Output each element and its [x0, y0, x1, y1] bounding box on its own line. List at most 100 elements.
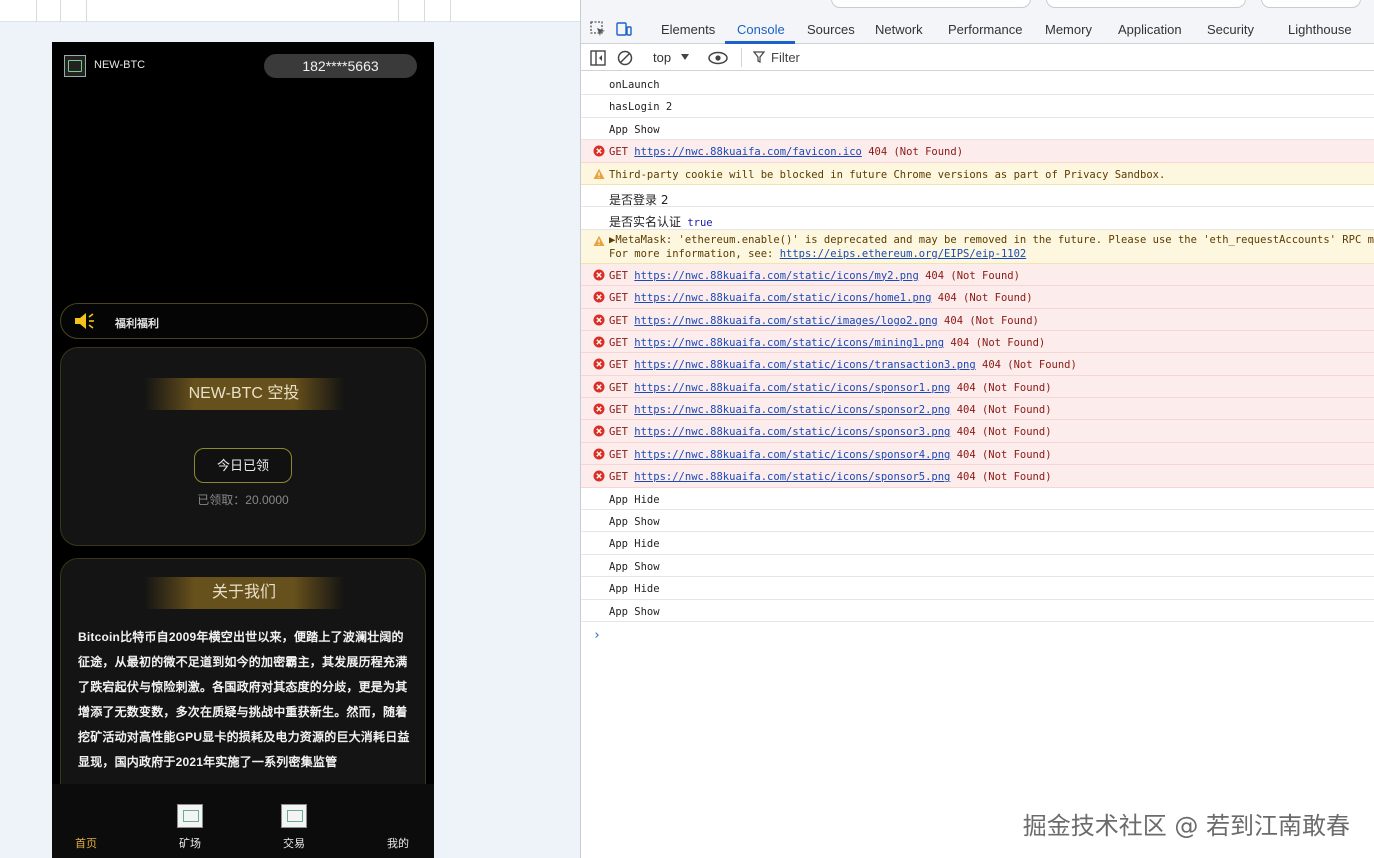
chevron-down-icon: [681, 54, 689, 60]
sidebar-toggle-icon[interactable]: [589, 49, 607, 67]
console-row: App Hide: [581, 488, 1374, 511]
console-message: GET https://nwc.88kuaifa.com/favicon.ico…: [609, 146, 963, 158]
ruler-tick: [86, 0, 87, 22]
status-text: 404 (Not Found): [918, 269, 1020, 282]
strip-button[interactable]: [1261, 0, 1361, 8]
error-icon: [593, 448, 605, 460]
resource-link[interactable]: https://nwc.88kuaifa.com/static/icons/sp…: [634, 449, 950, 461]
inspect-element-icon[interactable]: [589, 20, 607, 38]
tab-elements[interactable]: Elements: [661, 22, 715, 37]
status-text: 404 (Not Found): [944, 336, 1046, 349]
request-method: GET: [609, 336, 635, 349]
resource-link[interactable]: https://nwc.88kuaifa.com/static/icons/sp…: [634, 404, 950, 416]
strip-button[interactable]: [831, 0, 1031, 8]
nav-item-mine[interactable]: 矿场: [170, 784, 210, 858]
tab-memory[interactable]: Memory: [1045, 22, 1092, 37]
nav-item-trade[interactable]: 交易: [274, 784, 314, 858]
resource-link[interactable]: https://nwc.88kuaifa.com/static/icons/tr…: [634, 359, 975, 371]
broken-image-icon: [177, 804, 203, 828]
console-row: GET https://nwc.88kuaifa.com/static/imag…: [581, 308, 1374, 331]
resource-link[interactable]: https://eips.ethereum.org/EIPS/eip-1102: [780, 248, 1027, 260]
console-message: GET https://nwc.88kuaifa.com/static/icon…: [609, 292, 1033, 304]
nav-label: 矿场: [179, 838, 201, 850]
status-text: 404 (Not Found): [950, 404, 1052, 417]
error-icon: [593, 336, 605, 348]
app-header: NEW-BTC 182****5663: [52, 42, 434, 90]
tab-lighthouse[interactable]: Lighthouse: [1288, 22, 1352, 37]
resource-link[interactable]: https://nwc.88kuaifa.com/static/icons/my…: [634, 270, 918, 282]
message-text: App Hide: [609, 538, 660, 551]
notice-bar[interactable]: 福利福利: [60, 303, 428, 339]
message-text: hasLogin 2: [609, 101, 673, 114]
bottom-nav: 首页 矿场 交易 我的: [52, 784, 434, 858]
context-select[interactable]: top: [653, 50, 671, 65]
toolbar-divider: [741, 48, 742, 67]
console-row: Third-party cookie will be blocked in fu…: [581, 162, 1374, 185]
message-text: 是否登录 2: [609, 192, 669, 207]
message-text: For more information, see:: [609, 247, 780, 260]
console-row: GET https://nwc.88kuaifa.com/static/icon…: [581, 286, 1374, 309]
console-row: App Show: [581, 510, 1374, 533]
resource-link[interactable]: https://nwc.88kuaifa.com/static/icons/sp…: [634, 382, 950, 394]
resource-link[interactable]: https://nwc.88kuaifa.com/static/icons/sp…: [634, 471, 950, 483]
device-toolbar-icon[interactable]: [615, 20, 633, 38]
warning-icon: [593, 168, 605, 179]
console-row: App Show: [581, 555, 1374, 578]
notice-text: 福利福利: [115, 318, 159, 330]
console-prompt[interactable]: ›: [593, 628, 601, 643]
console-message: App Show: [609, 606, 660, 618]
message-text: App Show: [609, 560, 660, 573]
console-message: ▶MetaMask: 'ethereum.enable()' is deprec…: [609, 233, 1374, 261]
brand-name: NEW-BTC: [94, 59, 146, 71]
error-icon: [593, 403, 605, 415]
resource-link[interactable]: https://nwc.88kuaifa.com/static/icons/ho…: [634, 292, 931, 304]
console-message: 是否登录 2: [609, 191, 668, 208]
request-method: GET: [609, 292, 635, 305]
tab-performance[interactable]: Performance: [948, 22, 1022, 37]
message-text: Third-party cookie will be blocked in fu…: [609, 168, 1166, 181]
strip-button[interactable]: [1046, 0, 1246, 8]
filter-input[interactable]: Filter: [747, 47, 1047, 68]
claim-button[interactable]: 今日已领: [194, 448, 292, 483]
broken-logo-image-icon: [64, 55, 86, 77]
tab-console[interactable]: Console: [737, 22, 785, 37]
tab-application[interactable]: Application: [1118, 22, 1182, 37]
tab-sources[interactable]: Sources: [807, 22, 855, 37]
account-pill[interactable]: 182****5663: [264, 54, 417, 78]
tab-security[interactable]: Security: [1207, 22, 1254, 37]
resource-link[interactable]: https://nwc.88kuaifa.com/favicon.ico: [634, 146, 862, 158]
console-row: App Hide: [581, 532, 1374, 555]
about-title: 关于我们: [144, 577, 344, 609]
console-message: GET https://nwc.88kuaifa.com/static/imag…: [609, 315, 1039, 327]
ruler-tick: [36, 0, 37, 22]
devtools-notification-strip: [581, 0, 1374, 12]
error-icon: [593, 381, 605, 393]
nav-item-home[interactable]: 首页: [66, 784, 106, 858]
about-text: Bitcoin比特币自2009年横空出世以来，便踏上了波澜壮阔的征途，从最初的微…: [78, 630, 410, 769]
nav-label: 我的: [387, 838, 409, 850]
devtools-panel: Elements Console Sources Network Perform…: [580, 0, 1374, 858]
clear-console-icon[interactable]: [616, 49, 634, 67]
eye-icon[interactable]: [707, 49, 729, 67]
resource-link[interactable]: https://nwc.88kuaifa.com/static/icons/mi…: [634, 337, 944, 349]
console-message: GET https://nwc.88kuaifa.com/static/icon…: [609, 270, 1020, 282]
nav-item-my[interactable]: 我的: [378, 784, 418, 858]
status-text: 404 (Not Found): [861, 146, 964, 159]
resource-link[interactable]: https://nwc.88kuaifa.com/static/icons/sp…: [634, 426, 950, 438]
status-text: 404 (Not Found): [950, 381, 1052, 394]
message-text: ▶MetaMask: 'ethereum.enable()' is deprec…: [609, 233, 1374, 246]
console-message: App Hide: [609, 494, 660, 506]
message-text: App Show: [609, 605, 660, 618]
request-method: GET: [609, 426, 635, 439]
console-message: GET https://nwc.88kuaifa.com/static/icon…: [609, 337, 1045, 349]
console-row: GET https://nwc.88kuaifa.com/static/icon…: [581, 330, 1374, 354]
request-method: GET: [609, 471, 635, 484]
resource-link[interactable]: https://nwc.88kuaifa.com/static/images/l…: [634, 315, 937, 327]
message-text: App Show: [609, 516, 660, 529]
console-row: App Show: [581, 118, 1374, 141]
status-text: 404 (Not Found): [950, 471, 1052, 484]
console-row: hasLogin 2: [581, 95, 1374, 118]
tab-network[interactable]: Network: [875, 22, 923, 37]
filter-placeholder: Filter: [771, 50, 800, 65]
message-text: App Hide: [609, 493, 660, 506]
